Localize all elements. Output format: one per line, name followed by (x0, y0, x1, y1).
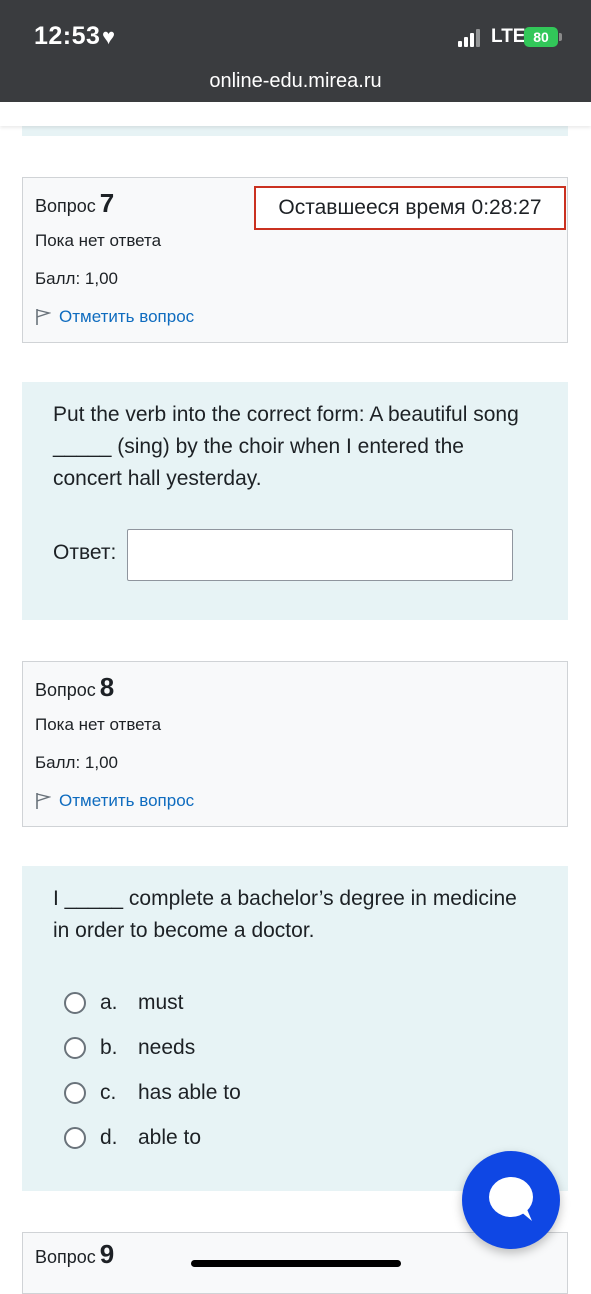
radio-button[interactable] (64, 1082, 86, 1104)
flag-question-label: Отметить вопрос (59, 307, 195, 326)
radio-button[interactable] (64, 992, 86, 1014)
question-info: Вопрос 8 Пока нет ответа Балл: 1,00 Отмет… (22, 661, 568, 827)
question-number: Вопрос 7 (35, 188, 114, 219)
flag-question-label: Отметить вопрос (59, 791, 195, 810)
option-letter: a. (100, 991, 118, 1014)
question-number: Вопрос 8 (35, 672, 114, 703)
answer-option-d[interactable]: d. able to (64, 1123, 201, 1153)
option-text: must (138, 991, 184, 1014)
status-bar: 12:53 ♥ LTE 80 online-edu.mirea.ru (0, 0, 591, 102)
battery-tip (559, 33, 562, 41)
radio-button[interactable] (64, 1127, 86, 1149)
chat-bubble-icon (489, 1177, 533, 1221)
question-state: Пока нет ответа (35, 715, 162, 734)
answer-label: Ответ: (53, 541, 117, 564)
question-text: I _____ complete a bachelor’s degree in … (53, 887, 517, 942)
flag-question-link[interactable]: Отметить вопрос (35, 307, 194, 327)
question-state: Пока нет ответа (35, 231, 162, 250)
option-letter: b. (100, 1036, 118, 1059)
answer-option-c[interactable]: c. has able to (64, 1078, 241, 1108)
option-letter: d. (100, 1126, 118, 1149)
question-text: Put the verb into the correct form: A be… (53, 403, 519, 490)
signal-icon (458, 29, 484, 47)
time-remaining-value: 0:28:27 (471, 196, 542, 219)
answer-option-b[interactable]: b. needs (64, 1033, 195, 1063)
question-number-value: 9 (99, 1239, 115, 1269)
battery-icon: 80 (524, 27, 558, 47)
question-grade: Балл: 1,00 (35, 753, 118, 772)
time-remaining-label: Оставшееся время (278, 196, 466, 219)
address-bar[interactable]: online-edu.mirea.ru (0, 70, 591, 93)
option-text: needs (138, 1036, 196, 1059)
battery-level: 80 (533, 29, 549, 45)
answer-input[interactable] (127, 529, 513, 581)
radio-button[interactable] (64, 1037, 86, 1059)
option-text: able to (138, 1126, 202, 1149)
question-content: I _____ complete a bachelor’s degree in … (22, 866, 568, 1191)
question-number-value: 7 (99, 188, 115, 218)
option-letter: c. (100, 1081, 117, 1104)
option-text: has able to (138, 1081, 241, 1104)
chat-button[interactable] (462, 1151, 560, 1249)
question-grade: Балл: 1,00 (35, 269, 118, 288)
question-content: Put the verb into the correct form: A be… (22, 382, 568, 620)
question-label: Вопрос (35, 1247, 96, 1267)
time-remaining: Оставшееся время 0:28:27 (254, 186, 566, 230)
home-indicator (191, 1260, 401, 1267)
flag-icon (36, 309, 51, 325)
clock: 12:53 (34, 22, 101, 50)
flag-icon (36, 793, 51, 809)
page-header-shadow (0, 102, 591, 126)
answer-option-a[interactable]: a. must (64, 988, 184, 1018)
network-type: LTE (491, 26, 526, 47)
flag-question-link[interactable]: Отметить вопрос (35, 791, 194, 811)
question-label: Вопрос (35, 196, 96, 216)
question-number-value: 8 (99, 672, 115, 702)
heart-icon: ♥ (102, 24, 116, 49)
question-label: Вопрос (35, 680, 96, 700)
question-number: Вопрос 9 (35, 1239, 114, 1270)
